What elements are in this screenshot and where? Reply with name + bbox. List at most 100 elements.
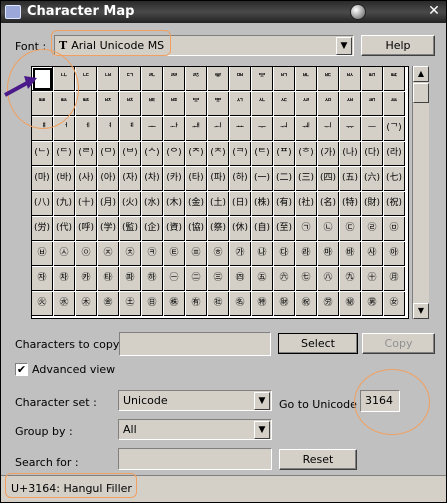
character-cell[interactable]: (至): [274, 217, 295, 241]
character-cell[interactable]: (ᄇ): [120, 142, 141, 166]
character-cell[interactable]: ᄲ: [340, 92, 361, 116]
character-cell[interactable]: (ᄃ): [54, 142, 75, 166]
character-cell[interactable]: (金): [186, 192, 207, 216]
character-cell[interactable]: ㉶: [32, 267, 53, 291]
character-cell[interactable]: ᄗ: [120, 67, 141, 91]
help-orb-icon[interactable]: [350, 4, 366, 20]
character-cell[interactable]: ᄭ: [230, 92, 251, 116]
chevron-down-icon[interactable]: ▼: [254, 421, 270, 439]
character-cell[interactable]: ㊗: [296, 292, 317, 316]
character-cell[interactable]: (六): [362, 167, 383, 191]
character-cell[interactable]: (ᄆ): [98, 142, 119, 166]
character-cell[interactable]: (타): [186, 167, 207, 191]
character-cell[interactable]: (水): [142, 192, 163, 216]
character-cell[interactable]: ᄧ: [98, 92, 119, 116]
character-cell[interactable]: (名): [318, 192, 339, 216]
character-cell[interactable]: (祭): [208, 217, 229, 241]
character-cell[interactable]: ㊅: [274, 267, 295, 291]
character-cell[interactable]: ᅳ: [362, 117, 383, 141]
character-cell[interactable]: (二): [274, 167, 295, 191]
character-cell[interactable]: (代): [54, 217, 75, 241]
character-cell[interactable]: ㊀: [164, 267, 185, 291]
character-cell[interactable]: ㊌: [54, 292, 75, 316]
character-cell[interactable]: (라): [384, 142, 405, 166]
scroll-up-icon[interactable]: ▲: [413, 66, 429, 82]
character-cell[interactable]: (財): [362, 192, 383, 216]
grid-scrollbar[interactable]: ▲ ▼: [412, 66, 429, 319]
character-cell[interactable]: ㉥: [32, 242, 53, 266]
close-icon[interactable]: ✕: [426, 4, 442, 20]
character-cell[interactable]: ᄬ: [208, 92, 229, 116]
character-cell[interactable]: ㊃: [230, 267, 251, 291]
character-cell[interactable]: ᄫ: [186, 92, 207, 116]
character-cell[interactable]: (마): [32, 167, 53, 191]
character-cell[interactable]: (日): [230, 192, 251, 216]
copy-button[interactable]: Copy: [362, 333, 435, 354]
character-cell[interactable]: ㉸: [76, 267, 97, 291]
character-cell[interactable]: ㉨: [98, 242, 119, 266]
character-cell[interactable]: (바): [54, 167, 75, 191]
characters-to-copy-input[interactable]: [119, 332, 271, 356]
character-cell[interactable]: (ᄎ): [208, 142, 229, 166]
character-cell[interactable]: (木): [164, 192, 185, 216]
character-cell[interactable]: (資): [164, 217, 185, 241]
character-cell[interactable]: (自): [252, 217, 273, 241]
character-cell[interactable]: ᅱ: [318, 117, 339, 141]
character-cell[interactable]: ㉴: [362, 242, 383, 266]
character-cell[interactable]: (有): [274, 192, 295, 216]
character-cell[interactable]: ㉡: [318, 217, 339, 241]
character-cell[interactable]: ㉲: [318, 242, 339, 266]
go-to-unicode-input[interactable]: 3164: [360, 390, 400, 412]
character-cell[interactable]: ㉺: [120, 267, 141, 291]
character-cell[interactable]: ㊙: [340, 292, 361, 316]
character-cell[interactable]: (ᄏ): [230, 142, 251, 166]
character-cell[interactable]: (ᄀ): [384, 117, 405, 141]
character-cell[interactable]: ᄰ: [296, 92, 317, 116]
character-cell[interactable]: (学): [98, 217, 119, 241]
character-cell[interactable]: ㊈: [340, 267, 361, 291]
character-cell[interactable]: ᄟ: [296, 67, 317, 91]
character-cell[interactable]: (祝): [384, 192, 405, 216]
character-cell[interactable]: ㉣: [362, 217, 383, 241]
character-cell[interactable]: ㊎: [98, 292, 119, 316]
character-cell[interactable]: (카): [164, 167, 185, 191]
character-cell[interactable]: ㉫: [164, 242, 185, 266]
character-cell[interactable]: (나): [340, 142, 361, 166]
reset-button[interactable]: Reset: [279, 449, 357, 470]
character-cell[interactable]: ㉹: [98, 267, 119, 291]
character-cell[interactable]: ㊕: [252, 292, 273, 316]
character-cell[interactable]: ᅰ: [296, 117, 317, 141]
character-cell[interactable]: ᄔ: [54, 67, 75, 91]
character-cell[interactable]: (아): [98, 167, 119, 191]
character-cell[interactable]: ᄛ: [208, 67, 229, 91]
character-cell[interactable]: ᅲ: [340, 117, 361, 141]
character-cell[interactable]: (月): [98, 192, 119, 216]
character-cell[interactable]: ᄞ: [274, 67, 295, 91]
character-cell[interactable]: ᄳ: [362, 92, 383, 116]
advanced-view-checkbox[interactable]: ✔: [15, 363, 28, 376]
character-cell[interactable]: ㊆: [296, 267, 317, 291]
character-cell[interactable]: ㉪: [142, 242, 163, 266]
character-cell[interactable]: (株): [252, 192, 273, 216]
character-cell[interactable]: ᄢ: [362, 67, 383, 91]
character-cell[interactable]: (三): [296, 167, 317, 191]
character-cell[interactable]: ㉠: [296, 217, 317, 241]
character-cell[interactable]: ᄡ: [340, 67, 361, 91]
character-cell[interactable]: (火): [120, 192, 141, 216]
character-cell[interactable]: ᄘ: [142, 67, 163, 91]
character-cell[interactable]: ᅮ: [252, 117, 273, 141]
character-cell[interactable]: ㊐: [142, 292, 163, 316]
select-button[interactable]: Select: [278, 333, 358, 354]
character-cell[interactable]: ᄝ: [252, 67, 273, 91]
character-cell[interactable]: ㉬: [186, 242, 207, 266]
character-cell[interactable]: ᅬ: [208, 117, 229, 141]
character-cell[interactable]: ㉳: [340, 242, 361, 266]
character-cell[interactable]: ㊑: [164, 292, 185, 316]
character-cell[interactable]: (사): [76, 167, 97, 191]
character-cell[interactable]: (하): [230, 167, 251, 191]
character-cell[interactable]: (다): [362, 142, 383, 166]
character-cell[interactable]: (十): [76, 192, 97, 216]
character-cell[interactable]: ㉵: [384, 242, 405, 266]
character-cell[interactable]: ㉧: [76, 242, 97, 266]
character-cell[interactable]: ᄖ: [98, 67, 119, 91]
